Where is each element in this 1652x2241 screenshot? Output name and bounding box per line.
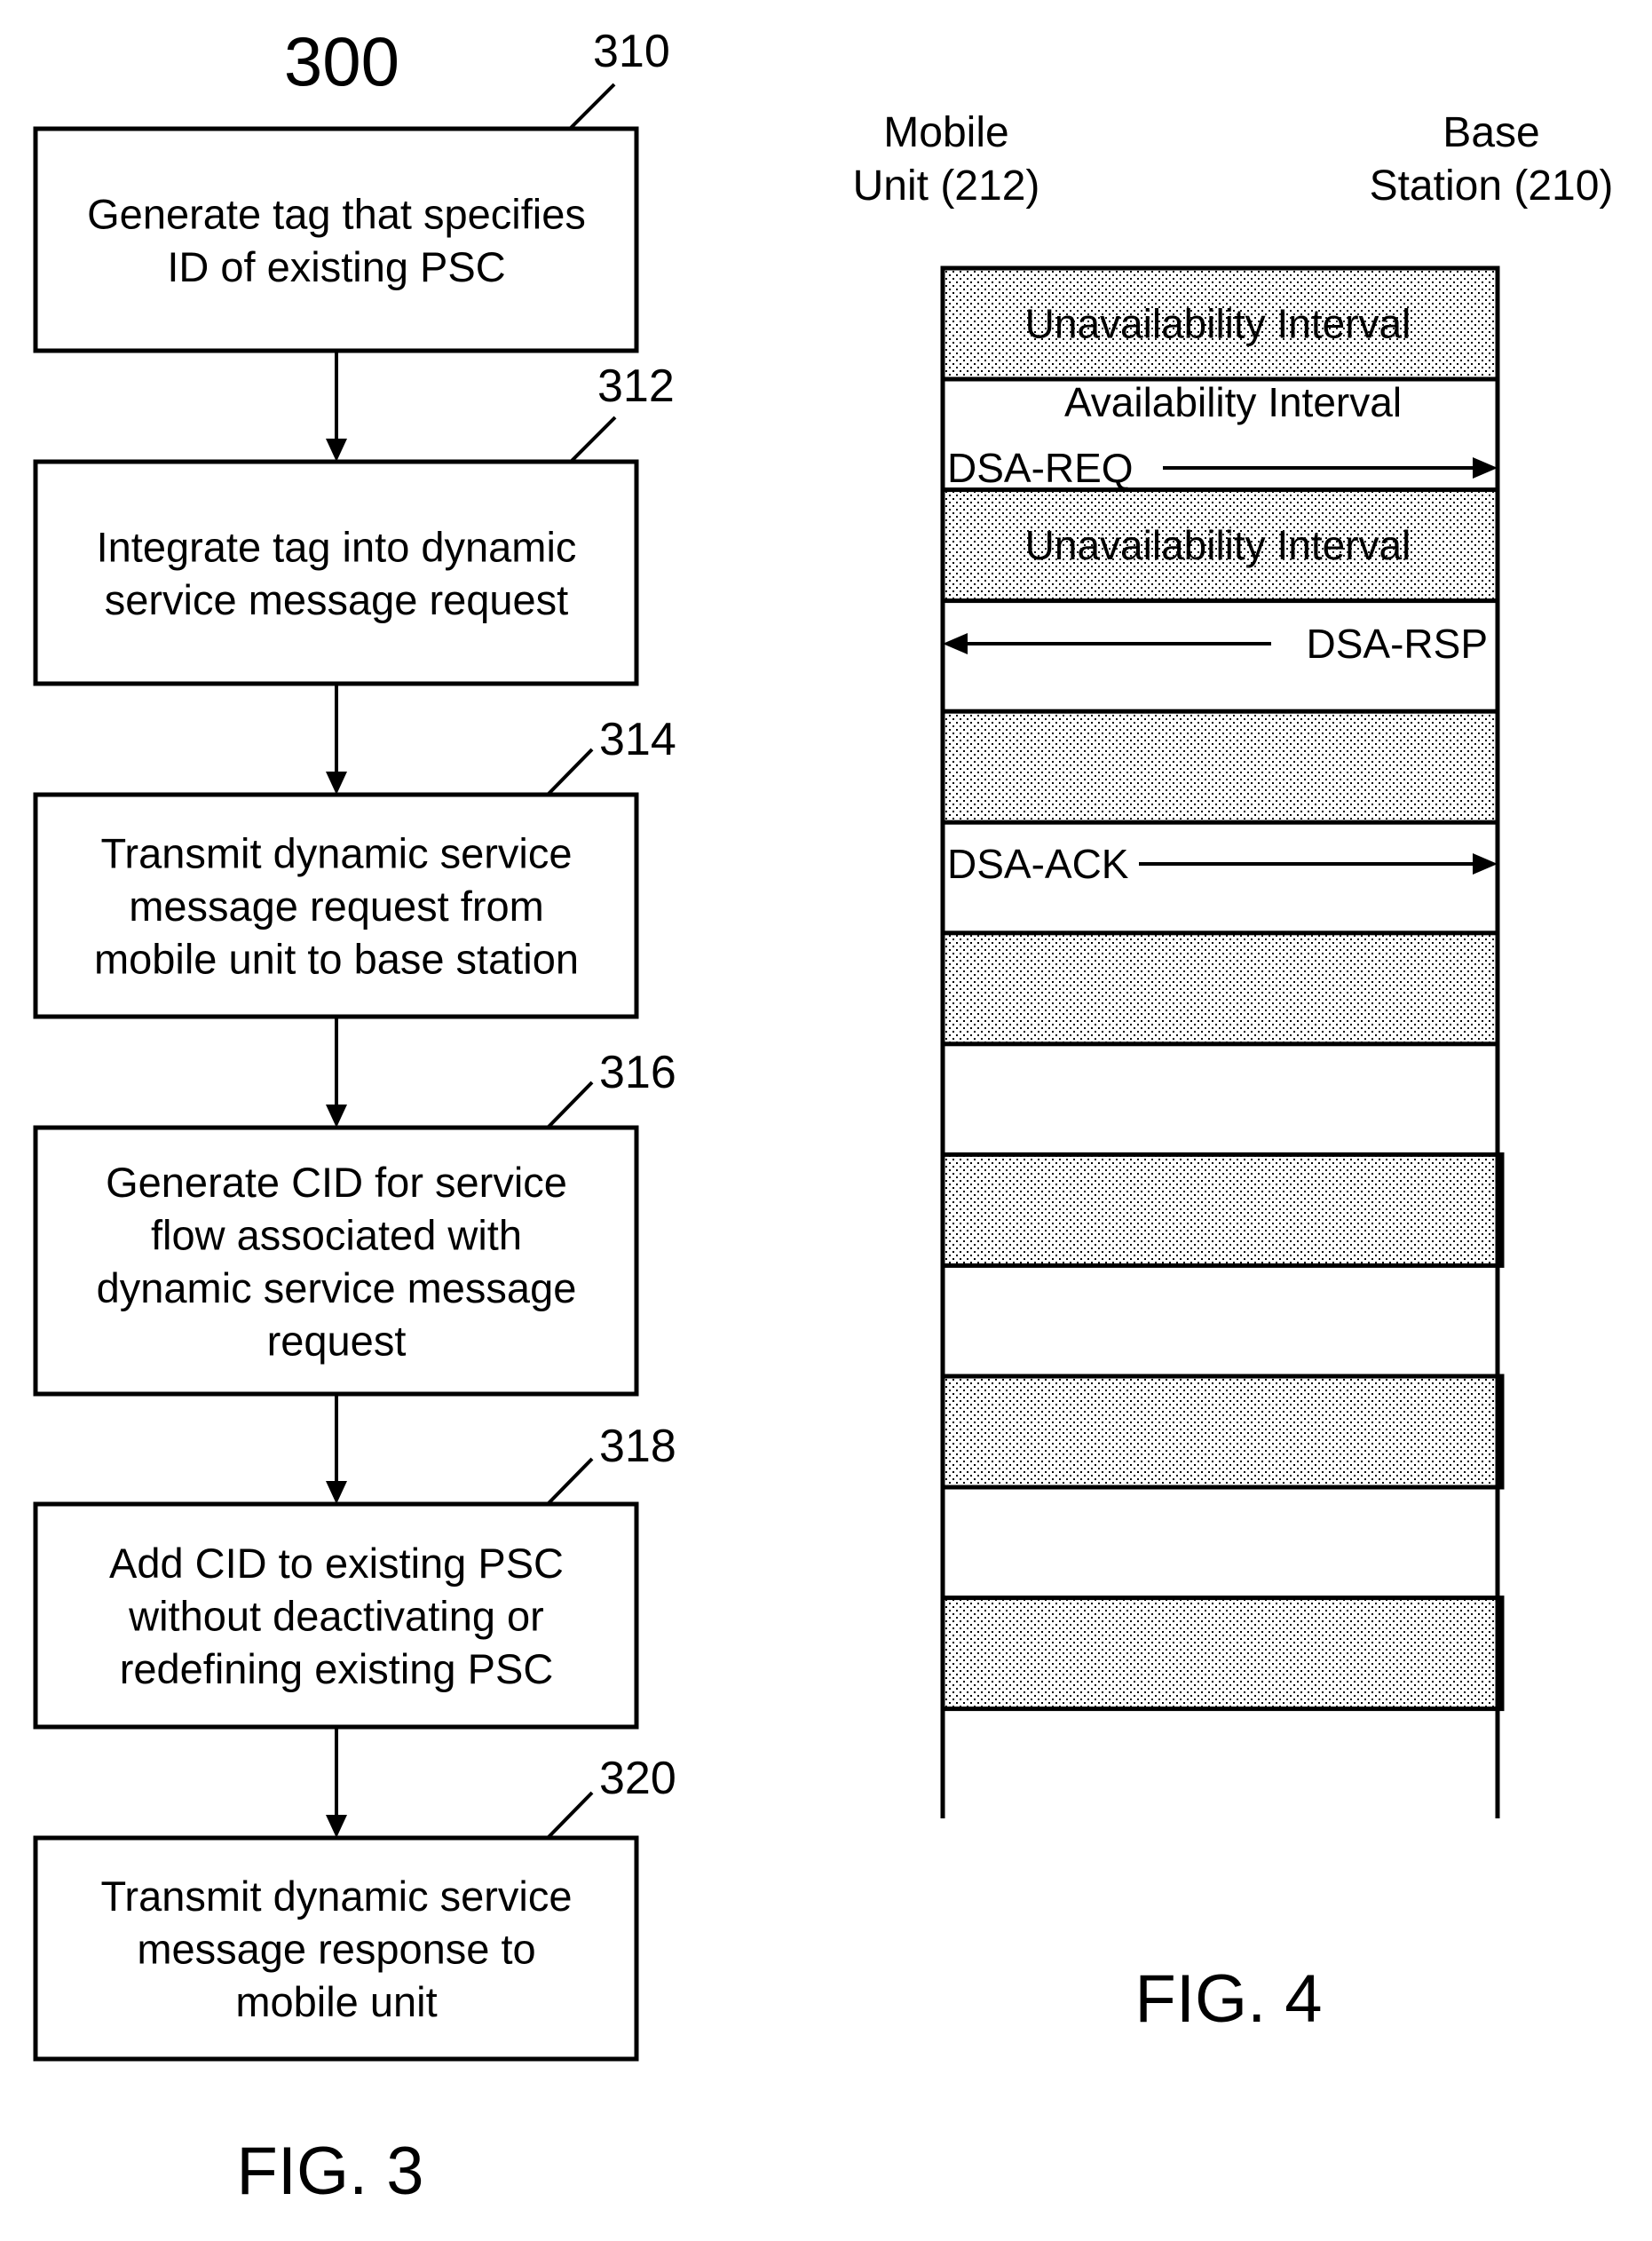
flowchart-reference-number: 300 [284,22,399,100]
reference-leader-line [546,1081,594,1129]
step-text-line: mobile unit to base station [94,936,579,983]
flow-arrow-head-icon [326,772,347,795]
flow-arrow-head-icon [326,439,347,462]
figure-4-timing-diagram: Mobile Unit (212) Base Station (210) Unavai… [853,109,1614,2037]
participant-label-line: Unit (212) [853,162,1040,210]
step-text-line: redefining existing PSC [120,1645,554,1692]
message-label: DSA-RSP [1307,621,1488,667]
step-text-line: request [267,1317,407,1364]
participant-label-line: Mobile [883,109,1008,156]
reference-leader-line [546,1457,594,1506]
step-reference-number: 314 [599,714,676,765]
step-reference-number: 320 [599,1753,676,1804]
available-interval-label: Availability Interval [1064,379,1402,425]
patent-drawing-sheet: 300 Generate tag that specifies ID of exi… [33,22,1614,2209]
participant-headers: Mobile Unit (212) Base Station (210) [853,109,1614,210]
step-reference-number: 312 [597,360,675,412]
unavailability-interval-band [940,930,1500,1047]
step-text-line: mobile unit [235,1978,437,2025]
reference-leader-line [546,1791,594,1840]
flowchart-step: Integrate tag into dynamic service messag… [33,360,675,795]
message-dsa-ack: DSA-ACK [947,841,1498,887]
flow-arrow-head-icon [326,1481,347,1504]
step-text-line: without deactivating or [128,1593,544,1640]
participant-base-header: Base Station (210) [1370,109,1614,210]
flowchart-step: Add CID to existing PSC without deactivat… [33,1421,676,1838]
flowchart-step: Transmit dynamic service message response… [33,1753,676,2062]
availability-interval-band [943,1265,1498,1376]
unavailability-interval-band [940,709,1500,825]
message-label: DSA-ACK [947,841,1129,887]
step-text-line: service message request [105,576,568,623]
step-reference-number: 316 [599,1047,676,1098]
step-text-line: Add CID to existing PSC [109,1540,564,1587]
participant-label-line: Base [1443,109,1539,156]
step-text-line: dynamic service message [97,1264,577,1311]
step-reference-number: 310 [593,26,670,77]
flow-arrow-head-icon [326,1105,347,1128]
step-text-line: Generate tag that specifies [87,190,586,237]
figure-3-caption: FIG. 3 [236,2134,423,2209]
message-arrow-head-icon [943,633,968,654]
step-text-line: Generate CID for service [106,1159,567,1206]
step-text-line: message response to [137,1926,535,1973]
message-label: DSA-REQ [947,445,1134,491]
message-arrow-head-icon [1473,853,1498,875]
flowchart-step: Transmit dynamic service message request … [33,714,676,1128]
reference-leader-line [546,748,594,796]
unavailable-interval-label: Unavailability Interval [1025,301,1411,347]
message-dsa-rsp: DSA-RSP [943,621,1488,667]
step-box [33,126,639,353]
figure-4-caption: FIG. 4 [1134,1961,1322,2037]
step-text-line: Transmit dynamic service [100,1873,572,1920]
figure-3-flowchart: 300 Generate tag that specifies ID of exi… [33,22,676,2209]
step-text-line: ID of existing PSC [167,243,505,290]
unavailability-interval-band [940,1152,1505,1268]
step-box [33,459,639,686]
reference-leader-line [568,83,616,131]
availability-interval-band [943,1487,1498,1598]
flow-arrow-head-icon [326,1815,347,1838]
unavailable-interval-label: Unavailability Interval [1025,522,1411,568]
reference-leader-line [569,416,617,463]
participant-mobile-header: Mobile Unit (212) [853,109,1040,210]
unavailability-interval-band [940,1596,1505,1712]
flowchart-step: Generate CID for service flow associated … [33,1047,676,1504]
step-text-line: flow associated with [151,1211,522,1258]
message-arrow-head-icon [1473,457,1498,479]
availability-interval-band [943,1044,1498,1155]
unavailability-interval-band [940,1374,1505,1490]
participant-label-line: Station (210) [1370,162,1614,210]
flowchart-steps: Generate tag that specifies ID of existin… [33,26,676,2062]
step-text-line: Transmit dynamic service [100,830,572,877]
message-dsa-req: DSA-REQ [947,445,1498,491]
step-text-line: Integrate tag into dynamic [97,523,577,570]
step-text-line: message request from [129,883,544,930]
step-reference-number: 318 [599,1421,676,1472]
